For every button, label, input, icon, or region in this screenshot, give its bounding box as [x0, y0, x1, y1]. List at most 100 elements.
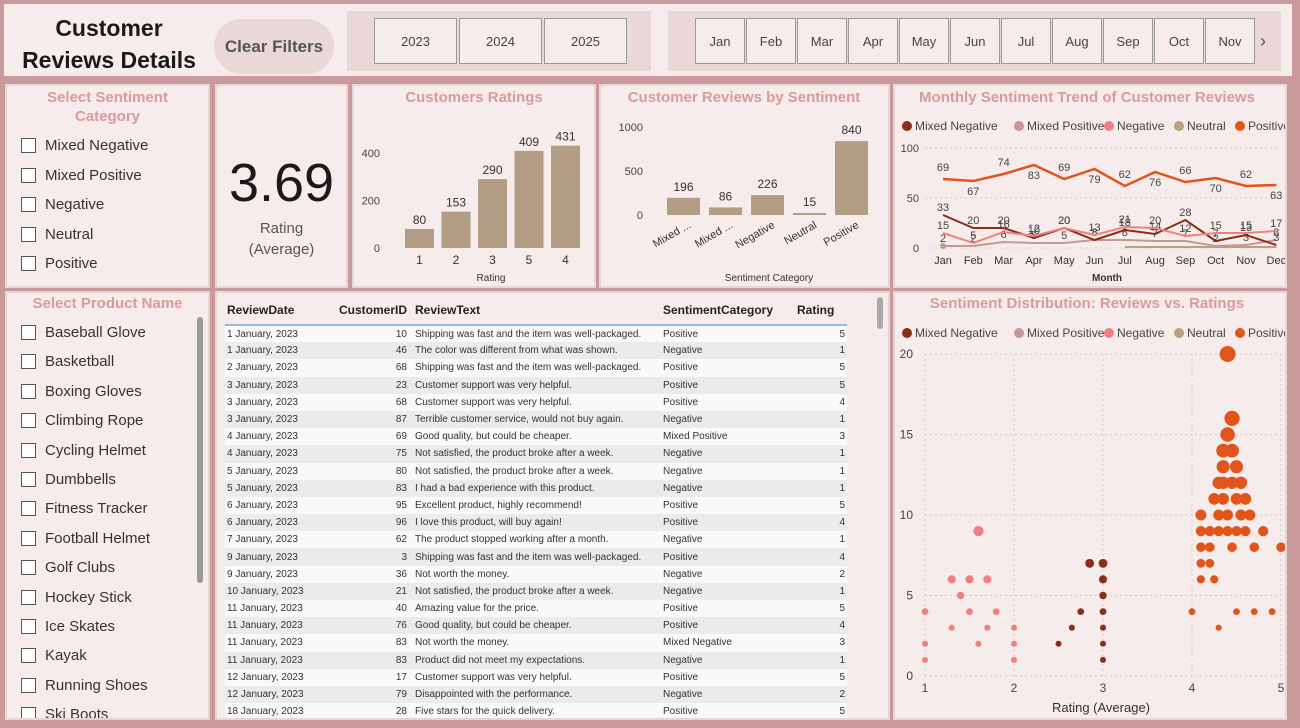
product-option[interactable]: Golf Clubs — [21, 559, 115, 576]
table-cell: 3 — [321, 548, 409, 566]
x-tick-label: Sep — [1176, 255, 1196, 267]
table-row[interactable]: 1 January, 2023 46 The color was different… — [225, 342, 847, 360]
checkbox-icon[interactable] — [21, 256, 36, 271]
table-row[interactable]: 5 January, 2023 80 Not satisfied, the prod… — [225, 462, 847, 480]
checkbox-icon[interactable] — [21, 442, 36, 458]
month-button-oct[interactable]: Oct — [1154, 18, 1204, 64]
table-cell: 75 — [321, 445, 409, 463]
scatter-point — [1224, 410, 1240, 426]
column-header-customerid[interactable]: CustomerID — [321, 295, 409, 326]
checkbox-icon[interactable] — [21, 472, 36, 487]
checkbox-icon[interactable] — [21, 227, 36, 242]
year-button-2023[interactable]: 2023 — [374, 18, 457, 64]
checkbox-icon[interactable] — [21, 501, 36, 517]
checkbox-icon[interactable] — [21, 138, 36, 153]
product-option[interactable]: Hockey Stick — [21, 589, 132, 606]
year-button-2025[interactable]: 2025 — [544, 18, 627, 64]
table-row[interactable]: 5 January, 2023 83 I had a bad experience … — [225, 479, 847, 497]
column-header-rating[interactable]: Rating — [795, 295, 847, 326]
product-option[interactable]: Football Helmet — [21, 530, 150, 547]
product-option[interactable]: Dumbbells — [21, 471, 116, 488]
chevron-right-icon[interactable]: › — [1260, 31, 1266, 52]
sentiment-option-positive[interactable]: Positive — [21, 255, 98, 272]
table-row[interactable]: 11 January, 2023 83 Not worth the money. Mi… — [225, 634, 847, 652]
product-option[interactable]: Ski Boots — [21, 706, 108, 718]
table-row[interactable]: 6 January, 2023 95 Excellent product, high… — [225, 496, 847, 515]
legend-marker-icon — [1014, 328, 1024, 338]
table-row[interactable]: 9 January, 2023 3 Shipping was fast and th… — [225, 548, 847, 566]
bar — [551, 145, 580, 248]
table-cell: 9 January, 2023 — [225, 548, 321, 566]
table-row[interactable]: 11 January, 2023 83 Product did not meet m… — [225, 651, 847, 669]
product-option[interactable]: Fitness Tracker — [21, 500, 148, 517]
product-option[interactable]: Climbing Rope — [21, 412, 143, 429]
sentiment-option-negative[interactable]: Negative — [21, 196, 104, 213]
table-row[interactable]: 11 January, 2023 76 Good quality, but coul… — [225, 617, 847, 635]
month-button-feb[interactable]: Feb — [746, 18, 796, 64]
data-label: 290 — [482, 163, 502, 177]
month-button-nov[interactable]: Nov — [1205, 18, 1255, 64]
checkbox-icon[interactable] — [21, 560, 36, 576]
table-scrollbar[interactable] — [877, 297, 883, 329]
table-row[interactable]: 18 January, 2023 28 Five stars for the qui… — [225, 703, 847, 718]
checkbox-icon[interactable] — [21, 619, 36, 634]
product-option[interactable]: Baseball Glove — [21, 324, 146, 341]
sentiment-option-mixed-positive[interactable]: Mixed Positive — [21, 167, 142, 184]
scatter-point — [1196, 575, 1205, 584]
table-row[interactable]: 7 January, 2023 62 The product stopped wor… — [225, 531, 847, 549]
checkbox-icon[interactable] — [21, 413, 36, 429]
product-option[interactable]: Basketball — [21, 353, 114, 370]
month-button-sep[interactable]: Sep — [1103, 18, 1153, 64]
checkbox-icon[interactable] — [21, 530, 36, 546]
table-row[interactable]: 12 January, 2023 17 Customer support was v… — [225, 668, 847, 686]
column-header-sentiment[interactable]: SentimentCategory — [661, 295, 795, 326]
table-row[interactable]: 2 January, 2023 68 Shipping was fast and t… — [225, 359, 847, 377]
year-button-2024[interactable]: 2024 — [459, 18, 542, 64]
table-cell: Good quality, but could be cheaper. — [409, 428, 661, 446]
sentiment-option-mixed-negative[interactable]: Mixed Negative — [21, 137, 148, 154]
column-header-reviewdate[interactable]: ReviewDate — [225, 295, 321, 326]
product-option[interactable]: Running Shoes — [21, 677, 148, 694]
checkbox-icon[interactable] — [21, 383, 36, 399]
column-header-reviewtext[interactable]: ReviewText — [409, 295, 661, 326]
clear-filters-button[interactable]: Clear Filters — [214, 19, 334, 74]
product-option[interactable]: Cycling Helmet — [21, 442, 146, 459]
bar — [793, 213, 826, 215]
bar — [751, 195, 784, 215]
month-button-jul[interactable]: Jul — [1001, 18, 1051, 64]
checkbox-icon[interactable] — [21, 707, 36, 718]
checkbox-icon[interactable] — [21, 325, 36, 340]
product-slicer-scrollbar[interactable] — [197, 317, 203, 583]
checkbox-icon[interactable] — [21, 354, 36, 370]
month-button-may[interactable]: May — [899, 18, 949, 64]
table-row[interactable]: 11 January, 2023 40 Amazing value for the … — [225, 600, 847, 618]
checkbox-icon[interactable] — [21, 168, 36, 183]
month-button-jan[interactable]: Jan — [695, 18, 745, 64]
month-button-mar[interactable]: Mar — [797, 18, 847, 64]
checkbox-icon[interactable] — [21, 589, 36, 605]
year-slicer: 2023 2024 2025 — [347, 11, 651, 71]
table-row[interactable]: 9 January, 2023 36 Not worth the money. Neg… — [225, 565, 847, 583]
table-row[interactable]: 3 January, 2023 87 Terrible customer servi… — [225, 410, 847, 429]
table-row[interactable]: 1 January, 2023 10 Shipping was fast and t… — [225, 325, 847, 343]
table-row[interactable]: 4 January, 2023 69 Good quality, but could… — [225, 428, 847, 446]
table-cell: Negative — [661, 531, 795, 549]
checkbox-icon[interactable] — [21, 677, 36, 693]
checkbox-icon[interactable] — [21, 648, 36, 664]
ratings-chart: Customers Ratings 0 200 400 80 1 153 2 290 3 409 5… — [362, 89, 580, 284]
table-cell: 12 January, 2023 — [225, 685, 321, 704]
product-option[interactable]: Ice Skates — [21, 618, 115, 635]
table-row[interactable]: 3 January, 2023 68 Customer support was ve… — [225, 393, 847, 411]
month-button-apr[interactable]: Apr — [848, 18, 898, 64]
month-button-aug[interactable]: Aug — [1052, 18, 1102, 64]
month-button-jun[interactable]: Jun — [950, 18, 1000, 64]
checkbox-icon[interactable] — [21, 197, 36, 212]
table-row[interactable]: 6 January, 2023 96 I love this product, wi… — [225, 514, 847, 532]
table-row[interactable]: 12 January, 2023 79 Disappointed with the … — [225, 685, 847, 704]
table-row[interactable]: 10 January, 2023 21 Not satisfied, the pro… — [225, 582, 847, 600]
table-row[interactable]: 4 January, 2023 75 Not satisfied, the prod… — [225, 445, 847, 463]
product-option[interactable]: Boxing Gloves — [21, 383, 142, 400]
sentiment-option-neutral[interactable]: Neutral — [21, 226, 93, 243]
product-option[interactable]: Kayak — [21, 647, 87, 664]
table-row[interactable]: 3 January, 2023 23 Customer support was ve… — [225, 376, 847, 394]
